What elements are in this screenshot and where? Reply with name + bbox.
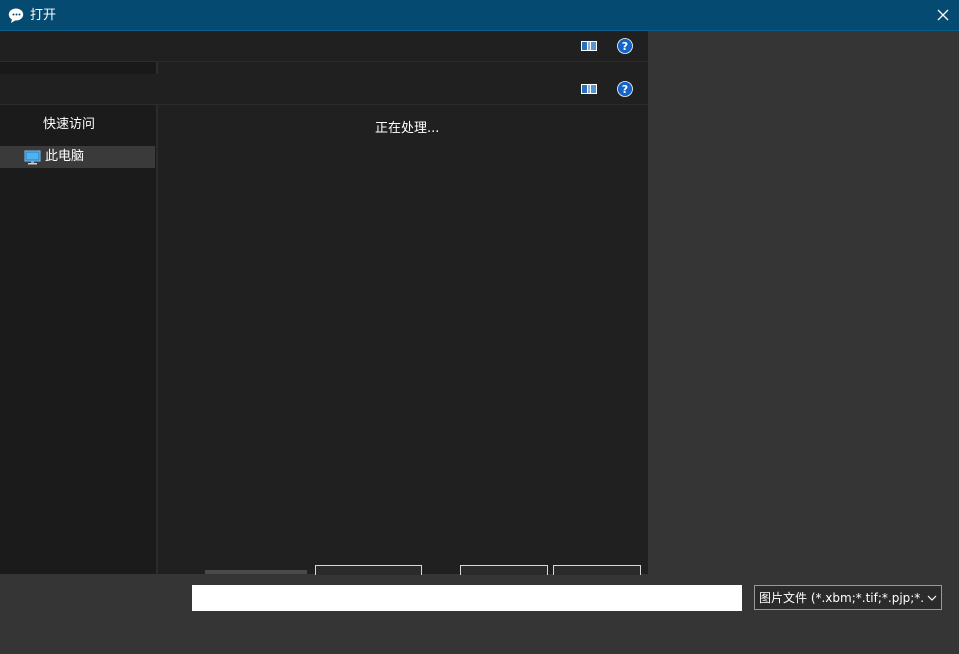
view-toggle-icon[interactable] bbox=[579, 36, 599, 56]
secondary-toolbar bbox=[0, 74, 648, 105]
file-type-dropdown[interactable]: 图片文件 (*.xbm;*.tif;*.pjp;*.svgz;*.jpg;*.j… bbox=[754, 585, 942, 610]
hidden-button[interactable] bbox=[315, 565, 422, 575]
address-divider bbox=[156, 62, 158, 74]
pane-splitter[interactable] bbox=[156, 105, 158, 574]
help-icon[interactable]: ? bbox=[615, 79, 635, 99]
file-type-filter-text: 图片文件 (*.xbm;*.tif;*.pjp;*.svgz;*.jpg;*.j… bbox=[759, 591, 923, 605]
hidden-button bbox=[205, 570, 307, 574]
address-bar-left bbox=[0, 62, 156, 74]
window-title: 打开 bbox=[30, 8, 57, 23]
close-icon bbox=[937, 9, 949, 21]
chevron-down-icon bbox=[927, 595, 937, 601]
quick-access-header[interactable]: 快速访问 bbox=[0, 117, 138, 133]
help-icon[interactable]: ? bbox=[615, 36, 635, 56]
nav-item-label: 此电脑 bbox=[45, 149, 85, 164]
close-button[interactable] bbox=[928, 1, 958, 30]
hidden-button[interactable] bbox=[553, 565, 641, 575]
view-toggle-icon[interactable] bbox=[579, 79, 599, 99]
svg-text:?: ? bbox=[622, 40, 628, 53]
svg-text:?: ? bbox=[622, 83, 628, 96]
top-toolbar bbox=[0, 31, 648, 62]
hidden-button[interactable] bbox=[460, 565, 548, 575]
navigation-pane bbox=[0, 105, 156, 574]
processing-status: 正在处理... bbox=[375, 121, 440, 136]
chat-bubble-icon bbox=[8, 8, 24, 23]
filename-input[interactable] bbox=[192, 585, 742, 611]
computer-icon bbox=[24, 150, 41, 165]
title-bar bbox=[0, 0, 959, 31]
